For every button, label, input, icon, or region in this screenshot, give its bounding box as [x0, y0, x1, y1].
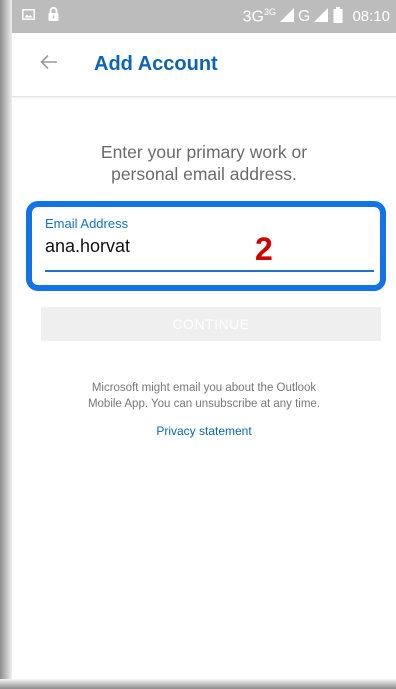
page-title: Add Account — [94, 53, 218, 75]
disclaimer-text: Microsoft might email you about the Outl… — [87, 382, 321, 410]
app-bar: Add Account — [12, 33, 396, 97]
phone-screen: 3G3G G 08:10 Add Account Enter your prim… — [0, 0, 396, 689]
privacy-statement-link[interactable]: Privacy statement — [12, 424, 396, 438]
email-input[interactable]: ana.horvat — [45, 236, 130, 257]
status-bar-left — [12, 6, 60, 27]
email-field[interactable]: Email Address ana.horvat 2 — [26, 201, 386, 291]
network-type-2: G — [298, 7, 311, 25]
email-field-underline — [45, 270, 374, 272]
add-account-form: Enter your primary work or personal emai… — [12, 97, 396, 679]
instructions-text: Enter your primary work or personal emai… — [100, 142, 308, 184]
image-icon — [22, 8, 35, 26]
email-field-label: Email Address — [45, 216, 129, 231]
status-bar: 3G3G G 08:10 — [12, 0, 396, 33]
network-type: 3G3G — [242, 6, 276, 26]
clock: 08:10 — [352, 8, 390, 25]
status-bar-right: 3G3G G 08:10 — [242, 6, 396, 27]
battery-icon — [332, 6, 344, 27]
arrow-left-icon — [40, 54, 58, 75]
signal-icon — [280, 7, 294, 26]
signal-icon-2 — [314, 7, 329, 26]
back-button[interactable] — [24, 40, 74, 90]
continue-button[interactable]: CONTINUE — [41, 307, 381, 341]
lock-icon — [47, 6, 60, 27]
annotation-step-number: 2 — [255, 231, 273, 267]
